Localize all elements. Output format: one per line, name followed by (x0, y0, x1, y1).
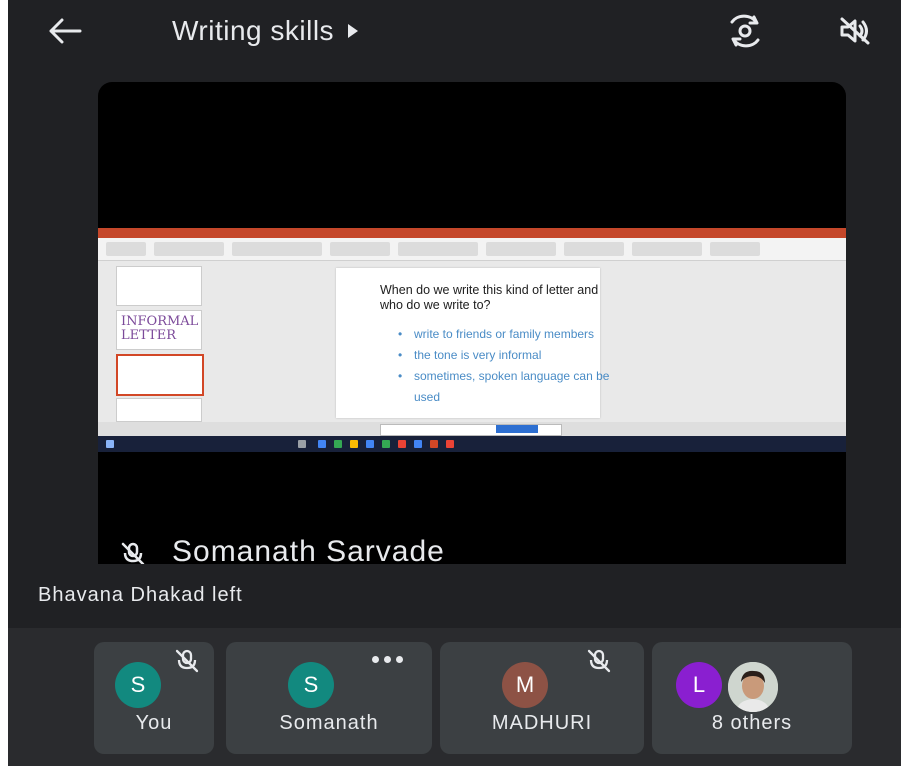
play-arrow-icon (348, 24, 359, 38)
slide-bullet: sometimes, spoken language can be used (398, 366, 614, 408)
presenter-name: Somanath Sarvade (172, 535, 445, 564)
slide-bullets: write to friends or family members the t… (398, 324, 614, 408)
mic-off-icon (120, 541, 146, 564)
meeting-title-button[interactable]: Writing skills (172, 10, 359, 52)
participant-name: Somanath (279, 712, 379, 734)
participant-tile-madhuri[interactable]: M MADHURI (440, 642, 644, 754)
mic-off-icon (586, 648, 612, 674)
top-bar: Writing skills (8, 0, 901, 62)
meet-app: Writing skills INFORMAL LETTER When do w… (8, 0, 901, 766)
participant-tile-you[interactable]: S You (94, 642, 214, 754)
avatar: L (676, 662, 722, 708)
current-slide: When do we write this kind of letter and… (336, 268, 609, 418)
slide-bullet: the tone is very informal (398, 345, 614, 366)
more-options-icon[interactable] (372, 656, 403, 663)
participant-strip: S You S Somanath M MADHURI L 8 others (8, 628, 901, 766)
shared-screen: INFORMAL LETTER When do we write this ki… (98, 228, 846, 452)
avatar: S (288, 662, 334, 708)
slide-thumbnails: INFORMAL LETTER (106, 264, 204, 422)
participant-tile-somanath[interactable]: S Somanath (226, 642, 432, 754)
participant-name: 8 others (711, 712, 793, 734)
slide-thumbnail-selected (116, 354, 204, 396)
slide-bullet: write to friends or family members (398, 324, 614, 345)
participant-left-notice: Bhavana Dhakad left (38, 584, 243, 606)
flip-camera-icon[interactable] (722, 10, 768, 52)
speaker-off-icon[interactable] (832, 10, 878, 52)
participant-name: You (135, 712, 173, 734)
back-arrow-icon[interactable] (40, 10, 90, 52)
app-ribbon (98, 238, 846, 261)
presenter-label: Somanath Sarvade (120, 535, 445, 564)
participant-tile-others[interactable]: L 8 others (652, 642, 852, 754)
avatar: S (115, 662, 161, 708)
thumbnail-title: INFORMAL LETTER (121, 314, 199, 343)
participant-photo (726, 660, 780, 714)
slide-thumbnail (116, 266, 202, 306)
slide-thumbnail (116, 398, 202, 422)
avatar: M (502, 662, 548, 708)
stop-sharing-button (496, 425, 538, 433)
taskbar (98, 436, 846, 452)
presentation-stage[interactable]: INFORMAL LETTER When do we write this ki… (98, 82, 846, 564)
mic-off-icon (174, 648, 200, 674)
slide-question: When do we write this kind of letter and… (380, 283, 599, 312)
meeting-title: Writing skills (172, 15, 335, 46)
app-title-bar (98, 228, 846, 238)
slide-thumbnail-informal: INFORMAL LETTER (116, 310, 202, 350)
participant-name: MADHURI (491, 712, 593, 734)
